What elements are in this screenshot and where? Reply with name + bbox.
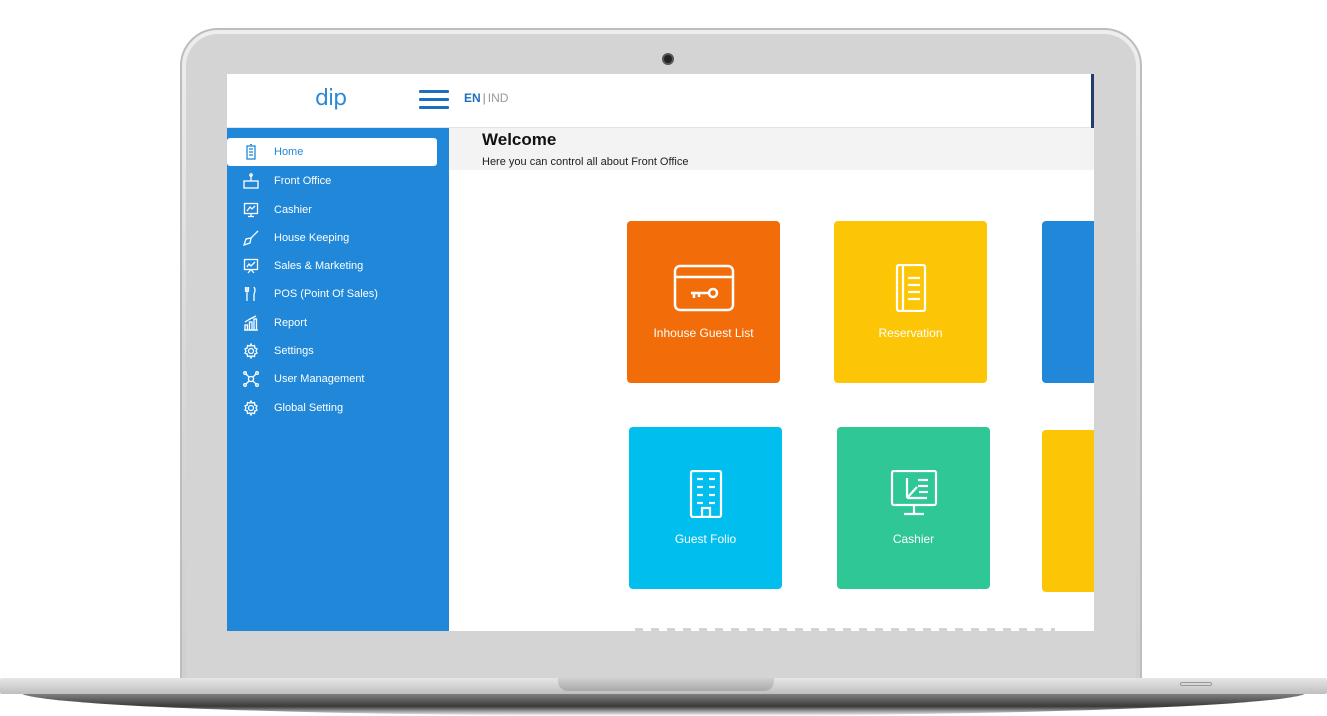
sidebar-item-label: Front Office (274, 175, 332, 187)
horizontal-scrollbar[interactable] (635, 628, 1055, 631)
sidebar-item-label: POS (Point Of Sales) (274, 288, 378, 300)
tile-inhouse-guest-list[interactable]: Inhouse Guest List (627, 221, 780, 383)
presentation-icon (242, 257, 260, 275)
sidebar: Home Front Office Cashier House Keeping … (227, 128, 449, 631)
page-subtitle: Here you can control all about Front Off… (482, 156, 689, 168)
sidebar-item-label: Cashier (274, 204, 312, 216)
sidebar-item-user-management[interactable]: User Management (227, 365, 437, 393)
tile-label: Reservation (878, 326, 943, 340)
app-logo[interactable]: dip (315, 86, 347, 111)
network-icon (242, 370, 260, 388)
sidebar-item-label: User Management (274, 373, 365, 385)
tile-label: Guest Folio (674, 532, 737, 546)
building-icon (242, 143, 260, 161)
laptop-indicator (1180, 682, 1212, 686)
welcome-header: Welcome Here you can control all about F… (449, 128, 1094, 170)
broom-icon (242, 229, 260, 247)
sidebar-item-cashier[interactable]: Cashier (227, 196, 437, 224)
tile-partial-yellow[interactable] (1042, 430, 1094, 592)
main-content: Welcome Here you can control all about F… (449, 128, 1094, 631)
sidebar-item-label: House Keeping (274, 232, 350, 244)
sidebar-item-pos[interactable]: POS (Point Of Sales) (227, 280, 437, 308)
sidebar-item-report[interactable]: Report (227, 309, 437, 337)
sidebar-item-label: Report (274, 317, 308, 329)
language-switcher: EN | IND (464, 91, 508, 105)
key-card-icon (673, 264, 734, 312)
menu-toggle-icon[interactable] (419, 90, 449, 110)
laptop-notch (558, 678, 774, 691)
tile-reservation[interactable]: Reservation (834, 221, 987, 383)
tile-cashier[interactable]: Cashier (837, 427, 990, 589)
tile-label: Cashier (892, 532, 935, 546)
monitor-icon (242, 201, 260, 219)
building-icon (689, 470, 722, 518)
tile-label: Inhouse Guest List (653, 326, 754, 340)
sidebar-item-sales-marketing[interactable]: Sales & Marketing (227, 252, 437, 280)
cutlery-icon (242, 285, 260, 303)
sidebar-item-home[interactable]: Home (227, 138, 437, 166)
camera-icon (662, 53, 674, 65)
gear-icon (242, 342, 260, 360)
sidebar-item-house-keeping[interactable]: House Keeping (227, 224, 437, 252)
tile-partial-blue[interactable] (1042, 221, 1094, 383)
lang-ind-link[interactable]: IND (488, 91, 509, 105)
tile-guest-folio[interactable]: Guest Folio (629, 427, 782, 589)
sidebar-item-label: Global Setting (274, 402, 344, 414)
sidebar-item-label: Sales & Marketing (274, 260, 364, 272)
monitor-icon (890, 470, 937, 516)
book-icon (895, 264, 926, 312)
topbar-edge (1091, 74, 1094, 128)
page-title: Welcome (482, 130, 557, 149)
sidebar-item-label: Home (274, 146, 304, 158)
sidebar-item-front-office[interactable]: Front Office (227, 167, 437, 195)
sidebar-item-settings[interactable]: Settings (227, 337, 437, 365)
app-screen: dip EN | IND Home Front Office Cashier Hou… (227, 74, 1094, 631)
gear-icon (242, 399, 260, 417)
sidebar-item-label: Settings (274, 345, 314, 357)
sidebar-item-global-setting[interactable]: Global Setting (227, 394, 437, 422)
chart-icon (242, 314, 260, 332)
lang-separator: | (482, 91, 486, 105)
laptop-base-shadow (20, 692, 1307, 716)
top-bar: dip EN | IND (227, 74, 1094, 128)
front-desk-icon (242, 172, 260, 190)
lang-en-link[interactable]: EN (464, 91, 481, 105)
